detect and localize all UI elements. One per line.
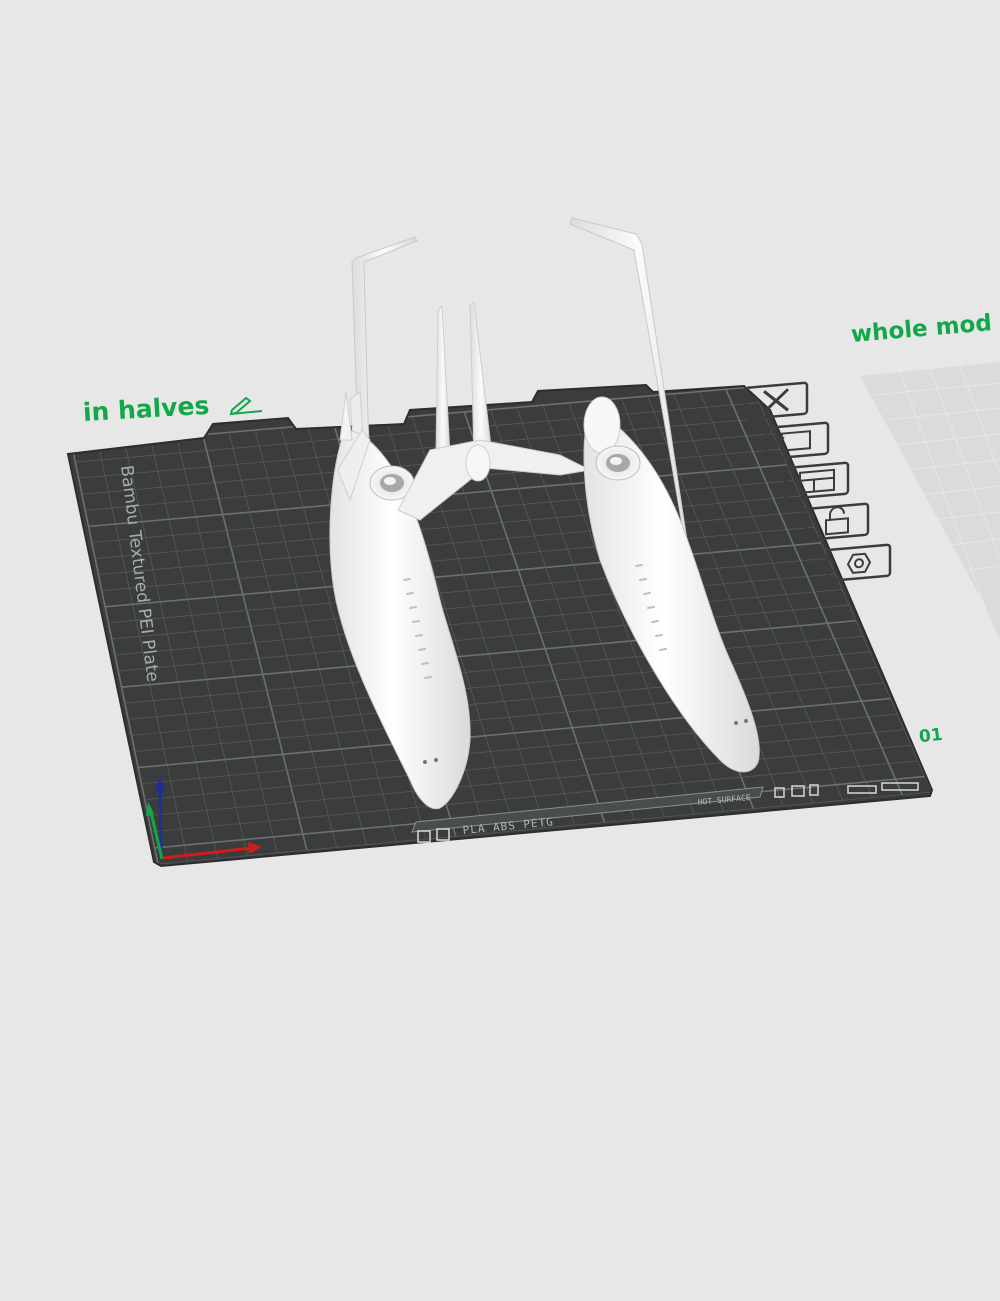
edit-plate-name-icon[interactable] xyxy=(228,394,264,416)
build-plate-2[interactable] xyxy=(860,362,1000,640)
plate-number: 01 xyxy=(918,724,944,748)
prepare-viewport[interactable]: Bambu Textured PEI Plate PLA ABS PETG HO… xyxy=(0,0,1000,1301)
